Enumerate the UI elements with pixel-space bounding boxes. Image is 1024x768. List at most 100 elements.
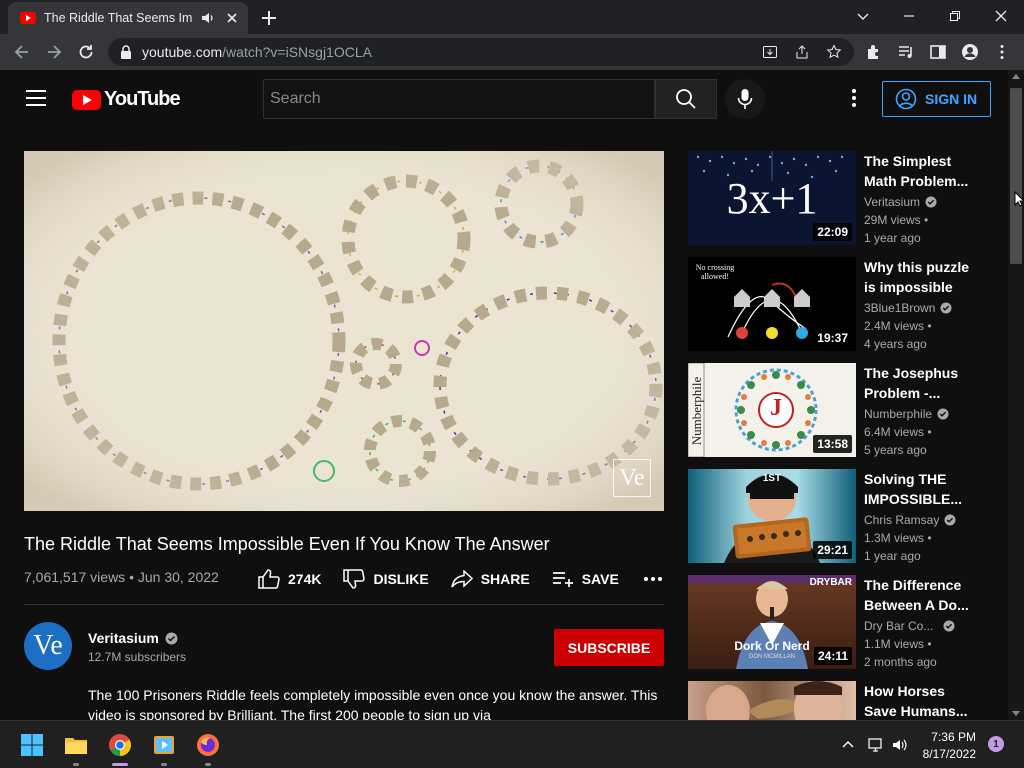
recommendation-item[interactable]: DRYBAR Dork Or Nerd DON MCMILLAN 24:11 T… xyxy=(688,575,998,669)
share-button[interactable]: SHARE xyxy=(450,570,530,588)
clock-time[interactable]: 7:36 PM xyxy=(930,730,976,744)
recommendation-channel[interactable]: Numberphile xyxy=(864,407,949,421)
network-icon[interactable] xyxy=(868,737,884,753)
recommendation-title[interactable]: How Horses Save Humans... xyxy=(864,681,974,720)
recommendation-channel-name[interactable]: Dry Bar Co... xyxy=(864,619,933,633)
scroll-down-arrow-icon[interactable] xyxy=(1012,711,1020,716)
youtube-play-icon xyxy=(72,89,101,110)
recommendation-thumbnail[interactable] xyxy=(688,681,856,720)
recommendation-title[interactable]: The Simplest Math Problem... xyxy=(864,151,974,191)
recommendation-item[interactable]: J Numberphile 13:58 The Josephus Problem… xyxy=(688,363,998,457)
browser-tab[interactable]: The Riddle That Seems Impossible Even If… xyxy=(8,2,248,34)
recommendation-thumbnail[interactable]: 1ST 29:21 xyxy=(688,469,856,563)
sign-in-button[interactable]: SIGN IN xyxy=(882,81,991,117)
scroll-up-arrow-icon[interactable] xyxy=(1012,74,1020,79)
close-tab-icon[interactable] xyxy=(224,10,240,26)
recommendation-thumbnail[interactable]: J Numberphile 13:58 xyxy=(688,363,856,457)
search-button[interactable] xyxy=(655,79,717,119)
thumbnail-text: 1ST xyxy=(762,473,782,484)
search-input[interactable] xyxy=(264,80,654,118)
minimize-button[interactable] xyxy=(894,4,924,28)
youtube-logo[interactable]: YouTube xyxy=(72,88,181,111)
recommendation-age: 1 year ago xyxy=(864,549,921,563)
address-bar[interactable]: youtube.com/watch?v=iSNsgj1OCLA xyxy=(108,38,854,66)
dislike-label: DISLIKE xyxy=(373,571,429,587)
running-indicator xyxy=(205,763,211,766)
windows-start-icon[interactable] xyxy=(20,733,44,757)
more-actions-button[interactable] xyxy=(641,567,665,591)
clock-date[interactable]: 8/17/2022 xyxy=(918,747,976,761)
scrollbar-thumb[interactable] xyxy=(1010,88,1022,264)
recommendation-channel[interactable]: Dry Bar Co... xyxy=(864,619,955,633)
recommendation-item[interactable]: How Horses Save Humans... xyxy=(688,681,998,720)
notification-badge[interactable]: 1 xyxy=(988,736,1004,752)
thumbnail-text: No crossing allowed! xyxy=(695,263,735,281)
side-panel-icon[interactable] xyxy=(929,43,947,61)
file-explorer-icon[interactable] xyxy=(64,733,88,757)
lock-icon[interactable] xyxy=(120,45,132,59)
recommendation-channel[interactable]: Chris Ramsay xyxy=(864,513,956,527)
recommendation-channel-name[interactable]: Chris Ramsay xyxy=(864,513,939,527)
recommendation-thumbnail[interactable]: DRYBAR Dork Or Nerd DON MCMILLAN 24:11 xyxy=(688,575,856,669)
share-page-icon[interactable] xyxy=(794,44,810,60)
channel-avatar[interactable]: Ve xyxy=(24,622,72,670)
verified-icon xyxy=(937,408,949,420)
recommendation-thumbnail[interactable]: 3x+1 22:09 xyxy=(688,151,856,245)
recommendation-title[interactable]: Solving THE IMPOSSIBLE... xyxy=(864,469,974,509)
new-tab-icon[interactable] xyxy=(258,7,280,29)
recommendation-title[interactable]: Why this puzzle is impossible xyxy=(864,257,974,297)
close-window-button[interactable] xyxy=(986,4,1016,28)
restore-button[interactable] xyxy=(940,4,970,28)
recommendation-title[interactable]: The Josephus Problem -... xyxy=(864,363,974,403)
channel-name-text[interactable]: Veritasium xyxy=(88,630,159,646)
verified-icon xyxy=(925,196,937,208)
recommendation-channel-name[interactable]: 3Blue1Brown xyxy=(864,301,935,315)
bookmark-star-icon[interactable] xyxy=(826,44,842,60)
thumbnail-text: 3x+1 xyxy=(726,174,818,223)
recommendation-item[interactable]: No crossing allowed! 19:37 Why this puzz… xyxy=(688,257,998,351)
firefox-icon[interactable] xyxy=(196,733,220,757)
reload-icon[interactable] xyxy=(76,42,96,62)
chrome-icon[interactable] xyxy=(108,733,132,757)
recommendation-item[interactable]: 3x+1 22:09 The Simplest Math Problem... … xyxy=(688,151,998,245)
recommendation-channel-name[interactable]: Numberphile xyxy=(864,407,932,421)
video-duration: 13:58 xyxy=(813,435,852,453)
speaker-icon[interactable] xyxy=(200,10,216,26)
recommendation-channel[interactable]: 3Blue1Brown xyxy=(864,301,952,315)
recommendation-thumbnail[interactable]: No crossing allowed! 19:37 xyxy=(688,257,856,351)
forward-icon[interactable] xyxy=(44,42,64,62)
page-scrollbar[interactable] xyxy=(1008,70,1024,720)
recommendation-title[interactable]: The Difference Between A Do... xyxy=(864,575,974,615)
browser-toolbar: youtube.com/watch?v=iSNsgj1OCLA xyxy=(0,34,1024,70)
youtube-favicon-icon xyxy=(20,12,36,24)
tab-search-button[interactable] xyxy=(848,4,878,28)
install-app-icon[interactable] xyxy=(762,44,778,60)
recommendation-channel-name[interactable]: Veritasium xyxy=(864,195,920,209)
media-player-icon[interactable] xyxy=(152,733,176,757)
like-button[interactable]: 274K xyxy=(258,569,321,589)
browser-menu-icon[interactable] xyxy=(993,43,1011,61)
recommendation-channel[interactable]: Veritasium xyxy=(864,195,937,209)
channel-name[interactable]: Veritasium xyxy=(88,630,178,646)
thumbs-up-icon xyxy=(258,569,280,589)
menu-icon[interactable] xyxy=(26,90,46,106)
playlist-add-icon xyxy=(552,572,573,587)
settings-more-button[interactable] xyxy=(844,88,864,108)
subscribe-button[interactable]: SUBSCRIBE xyxy=(554,629,664,666)
dislike-button[interactable]: DISLIKE xyxy=(343,569,429,589)
video-duration: 22:09 xyxy=(813,223,852,241)
verified-icon xyxy=(165,632,178,644)
voice-search-button[interactable] xyxy=(725,79,765,119)
recommendation-item[interactable]: 1ST 29:21 Solving THE IMPOSSIBLE... Chri… xyxy=(688,469,998,563)
media-control-icon[interactable] xyxy=(897,43,915,61)
extensions-icon[interactable] xyxy=(865,43,883,61)
video-description[interactable]: The 100 Prisoners Riddle feels completel… xyxy=(88,685,664,720)
profile-icon[interactable] xyxy=(961,43,979,61)
back-icon[interactable] xyxy=(12,42,32,62)
save-button[interactable]: SAVE xyxy=(552,570,619,588)
share-label: SHARE xyxy=(480,571,530,587)
video-player[interactable]: Ve xyxy=(24,151,664,511)
chevron-up-icon[interactable] xyxy=(840,737,856,753)
volume-icon[interactable] xyxy=(892,737,908,753)
youtube-logo-text: YouTube xyxy=(104,88,181,110)
